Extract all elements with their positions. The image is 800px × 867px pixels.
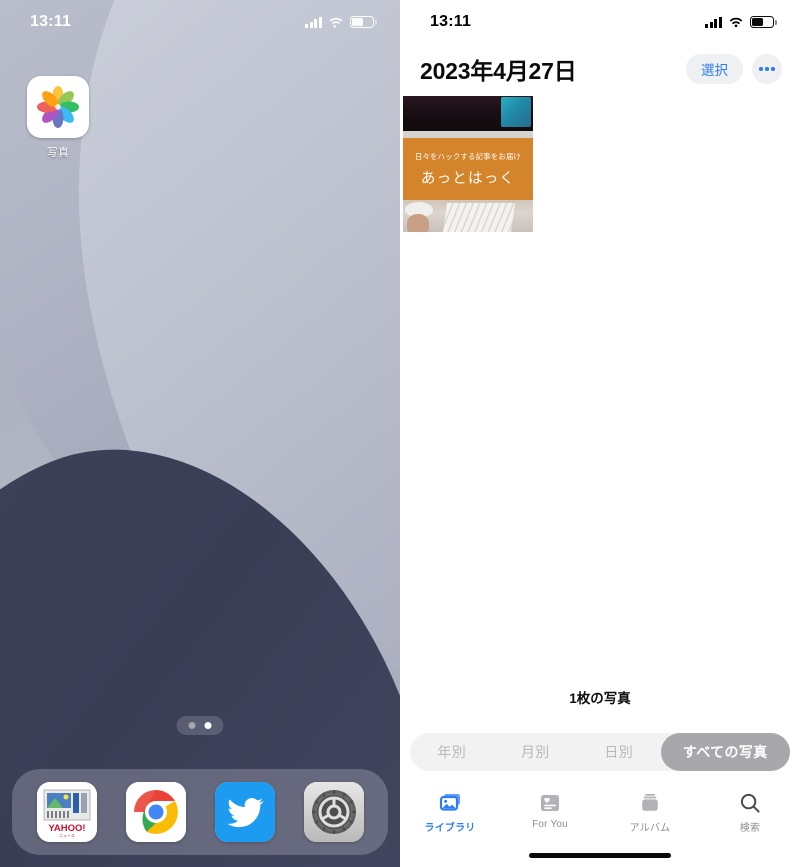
dual-screenshot-container: 13:11 写真 YAHOO! ニュース 13:11 2023年4月27日 選択… (0, 0, 800, 867)
tab-label: ライブラリ (424, 823, 476, 834)
segment-years[interactable]: 年別 (410, 733, 494, 771)
photo-text-overlay: 日々をハックする記事をお届け あっとはっく (403, 138, 533, 200)
photos-status-bar: 13:11 (400, 0, 800, 44)
wifi-icon (330, 17, 342, 28)
settings-app-icon[interactable] (303, 782, 364, 842)
select-button[interactable]: 選択 (686, 54, 743, 84)
ellipsis-icon (771, 67, 775, 71)
library-photos-icon (438, 791, 462, 815)
more-options-button[interactable] (752, 54, 782, 84)
photos-flower-icon (37, 86, 79, 128)
albums-stack-icon (639, 791, 661, 815)
page-dot-2-active[interactable] (204, 722, 212, 729)
wifi-icon (729, 17, 743, 28)
status-bar-time: 13:11 (30, 13, 72, 30)
svg-text:ニュース: ニュース (59, 833, 75, 838)
home-app-photos[interactable]: 写真 (22, 76, 94, 160)
signal-bars-icon (705, 16, 722, 28)
photo-hand-shape (407, 214, 429, 232)
photo-overlay-subtitle: 日々をハックする記事をお届け (414, 151, 522, 161)
for-you-card-icon (539, 791, 561, 815)
photo-overlay-title: あっとはっく (420, 170, 516, 187)
yahoo-news-app-icon[interactable]: YAHOO! ニュース (36, 782, 97, 842)
tab-library[interactable]: ライブラリ (400, 791, 500, 834)
home-app-grid: 写真 (0, 76, 400, 160)
segment-months[interactable]: 月別 (494, 733, 578, 771)
photo-count-label: 1枚の写真 (569, 691, 631, 706)
photos-grid: 日々をハックする記事をお届け あっとはっく (400, 96, 800, 232)
ios-home-screen: 13:11 写真 YAHOO! ニュース (0, 0, 400, 867)
photos-app-icon (27, 76, 89, 138)
twitter-app-icon[interactable] (214, 782, 275, 842)
home-status-bar: 13:11 (0, 0, 400, 44)
status-bar-indicators (305, 16, 377, 28)
battery-icon (750, 16, 777, 28)
timeline-scope-control: 年別 月別 日別 すべての写真 (410, 733, 790, 771)
page-dot-1[interactable] (188, 722, 196, 729)
status-bar-indicators (705, 16, 777, 28)
search-icon (739, 791, 761, 815)
segment-all-photos[interactable]: すべての写真 (660, 733, 790, 771)
battery-icon (350, 16, 377, 28)
tab-search[interactable]: 検索 (700, 791, 800, 834)
segment-days[interactable]: 日別 (577, 733, 661, 771)
ellipsis-icon (765, 67, 769, 71)
home-indicator[interactable] (529, 853, 671, 858)
status-bar-time: 13:11 (430, 13, 472, 30)
ios-photos-app-screen: 13:11 2023年4月27日 選択 日々をハックする記事をお届け あっとはっ… (400, 0, 800, 867)
tab-albums[interactable]: アルバム (600, 791, 700, 834)
home-dock: YAHOO! ニュース (12, 769, 388, 855)
signal-bars-icon (305, 16, 322, 28)
tab-label: アルバム (629, 823, 671, 834)
tab-label: For You (532, 819, 568, 830)
tab-label: 検索 (739, 823, 761, 834)
photo-keyboard-shape (442, 203, 516, 232)
chrome-app-icon[interactable] (125, 782, 186, 842)
photos-header: 2023年4月27日 選択 (400, 44, 800, 96)
segmented-control: 年別 月別 日別 すべての写真 (410, 733, 790, 771)
photo-desk-region (403, 200, 533, 232)
ellipsis-icon (759, 67, 763, 71)
page-dots-indicator[interactable] (176, 716, 224, 735)
photo-thumbnail[interactable]: 日々をハックする記事をお届け あっとはっく (403, 96, 533, 232)
photos-header-actions: 選択 (686, 54, 782, 84)
tab-for-you[interactable]: For You (500, 791, 600, 830)
photo-monitor-region (403, 96, 533, 138)
home-app-label: 写真 (46, 147, 70, 159)
page-title: 2023年4月27日 (420, 58, 577, 84)
